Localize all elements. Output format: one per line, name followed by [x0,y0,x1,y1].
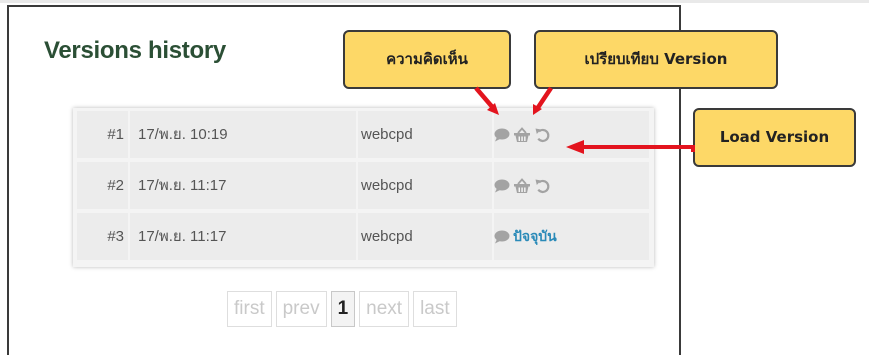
comment-arrow [474,86,496,111]
annotation-arrows [474,86,695,154]
compare-arrow [535,86,553,111]
load-arrow [583,145,695,152]
load-arrowhead [566,140,584,154]
